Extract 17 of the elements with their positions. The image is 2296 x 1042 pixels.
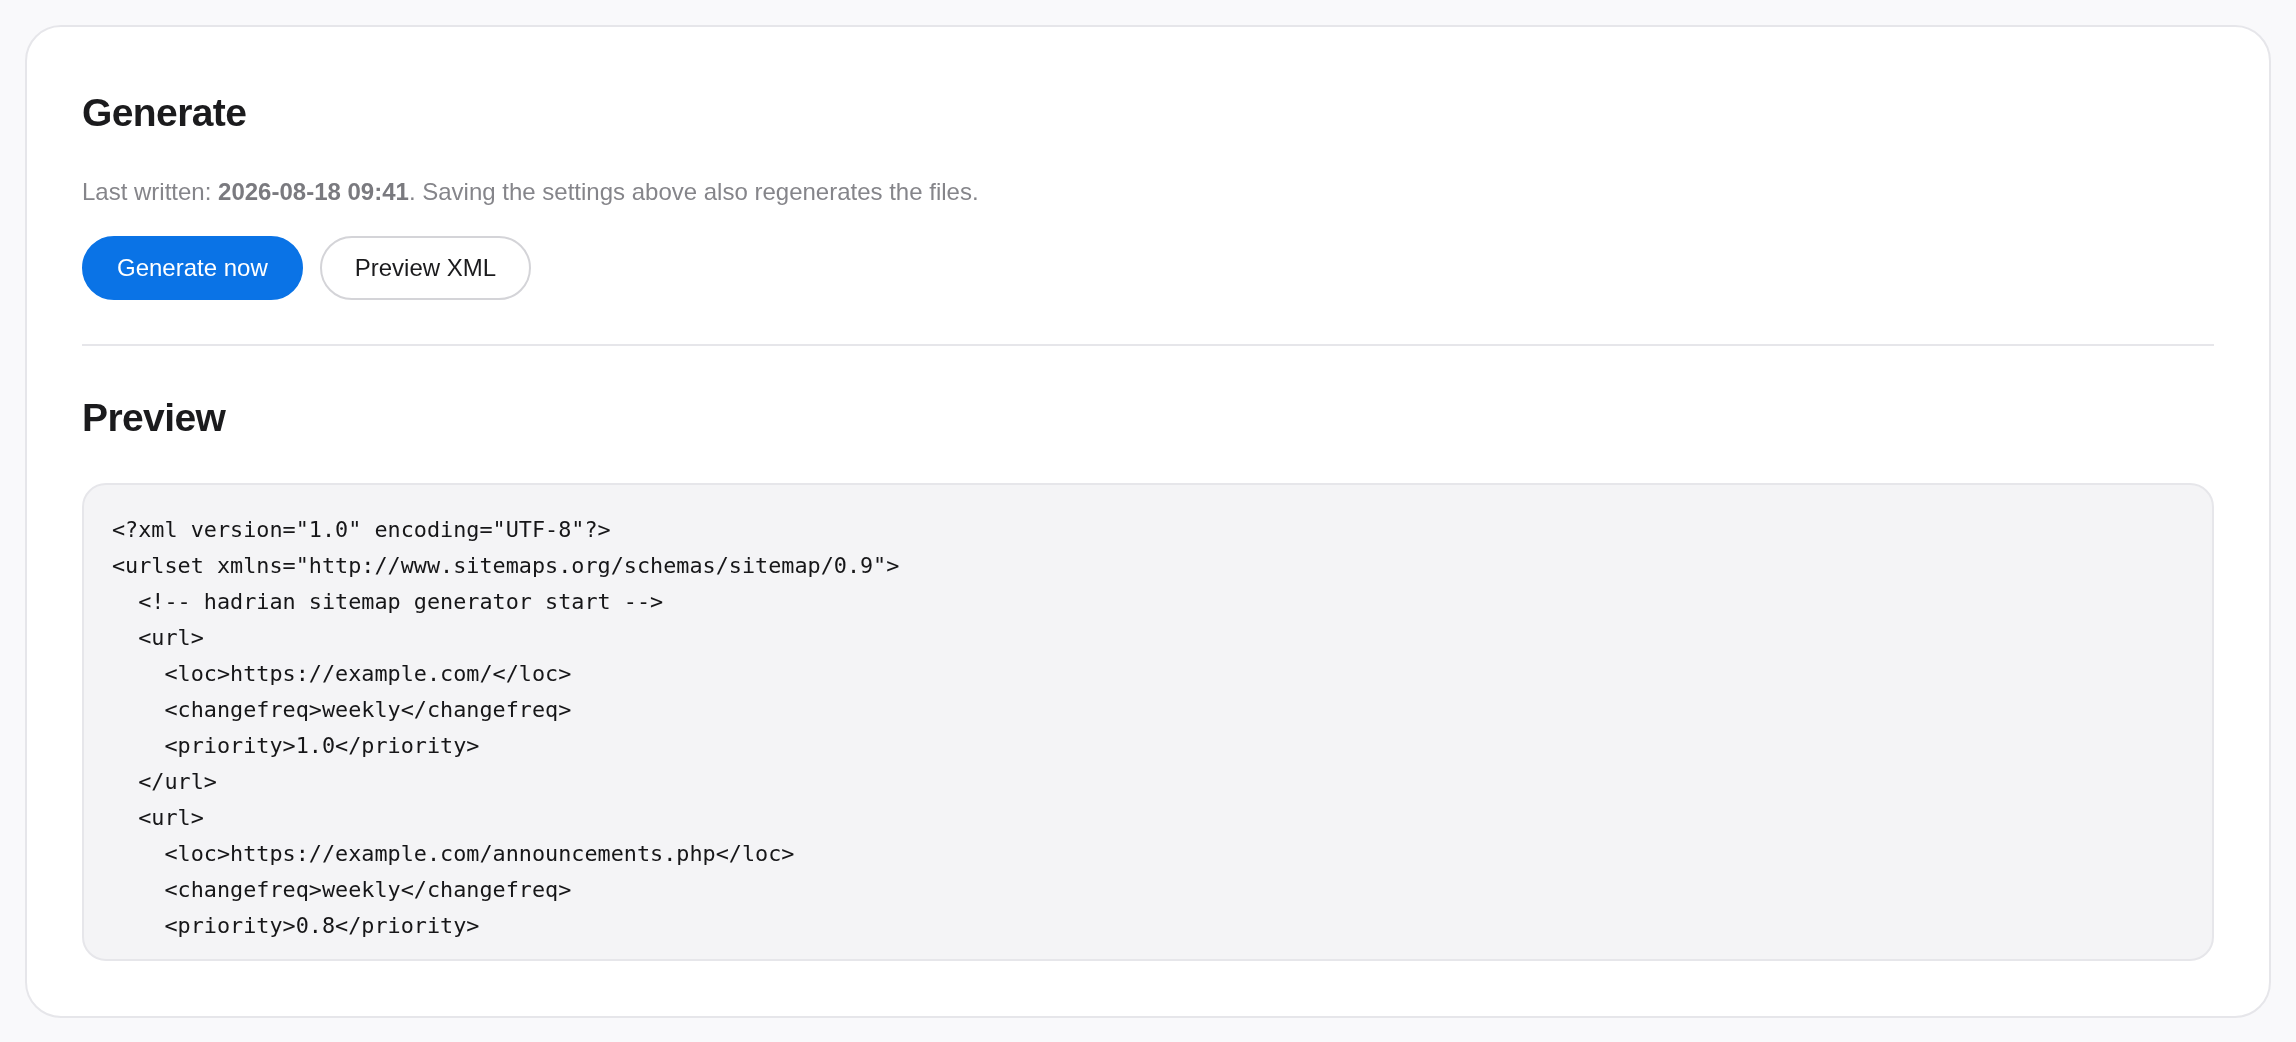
code-line: <loc>https://example.com/announcements.php</loc> <box>163 840 795 868</box>
code-line: <?xml version="1.0" encoding="UTF-8"?> <box>112 516 611 544</box>
code-line: <url> <box>137 804 204 832</box>
code-line: <url> <box>137 624 204 652</box>
last-written-status: Last written: 2026-08-18 09:41. Saving the settings above also regenerates the files. <box>82 177 979 207</box>
section-title: Preview <box>82 395 226 441</box>
generate-button[interactable]: Generate now <box>82 236 303 300</box>
code-line: <changefreq>weekly</changefreq> <box>163 696 572 724</box>
preview-button[interactable]: Preview XML <box>319 236 532 300</box>
code-line: <!-- hadrian sitemap generator start --> <box>137 588 664 616</box>
code-line: <changefreq>weekly</changefreq> <box>163 876 572 904</box>
code-line: <urlset xmlns="http://www.sitemaps.org/schemas/sitemap/0.9"> <box>112 552 900 580</box>
code-line: <priority>1.0</priority> <box>163 732 480 760</box>
code-line: <priority>0.8</priority> <box>163 912 480 940</box>
code-line: </url> <box>137 768 217 796</box>
section-title: Generate <box>82 90 247 136</box>
code-line: <loc>https://example.com/</loc> <box>163 660 572 688</box>
